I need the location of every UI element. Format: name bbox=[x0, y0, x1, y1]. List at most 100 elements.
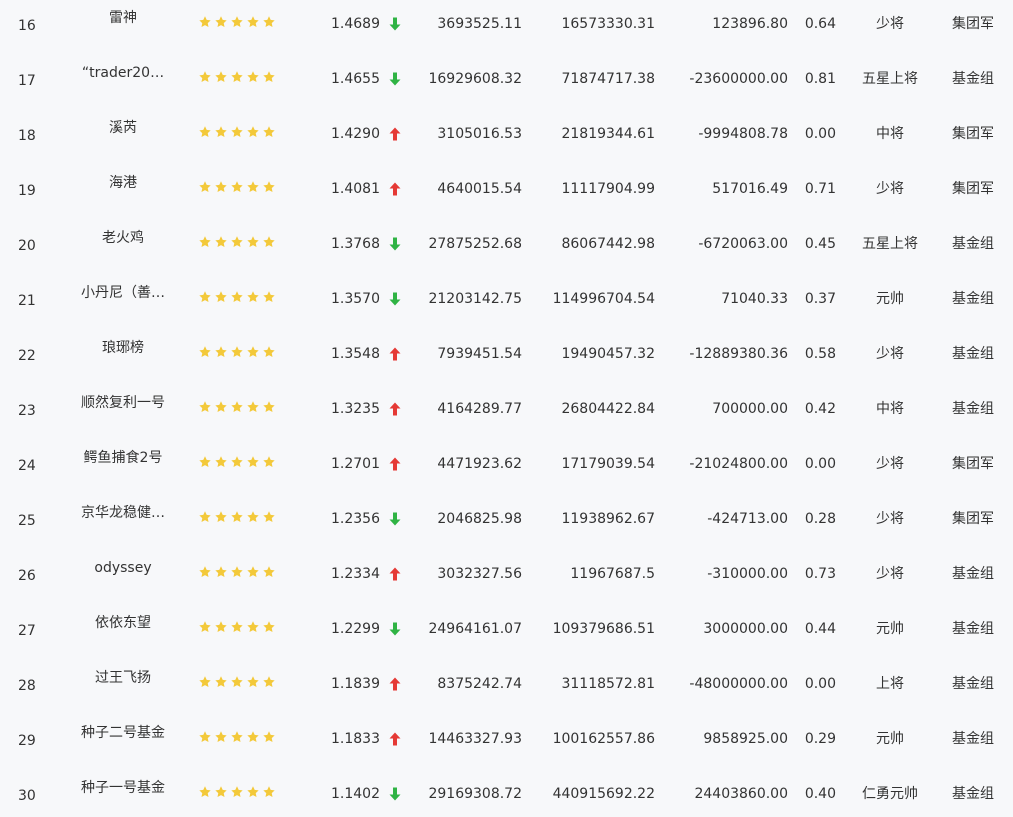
ratio-value: 0.64 bbox=[804, 16, 836, 32]
name-cell[interactable]: 海港 bbox=[66, 162, 180, 217]
star-icon bbox=[246, 510, 260, 524]
ratio-value: 0.28 bbox=[804, 511, 836, 527]
star-icon bbox=[230, 345, 244, 359]
value-col-3: -310000.00 bbox=[707, 566, 788, 582]
arrow-up-icon bbox=[389, 182, 401, 196]
star-icon bbox=[198, 730, 212, 744]
level-badge: 仁勇元帅 bbox=[862, 786, 918, 802]
star-icon bbox=[262, 235, 276, 249]
star-icon bbox=[198, 125, 212, 139]
ratio-value: 0.44 bbox=[804, 621, 836, 637]
star-icon bbox=[198, 290, 212, 304]
name-cell[interactable]: 老火鸡 bbox=[66, 217, 180, 272]
value-col-1: 8375242.74 bbox=[437, 676, 522, 692]
name-cell[interactable]: odyssey bbox=[66, 547, 180, 602]
group-label: 集团军 bbox=[952, 456, 994, 472]
table-row[interactable]: 30 种子一号基金 1.1402 29169308.72 440915692.22 244… bbox=[0, 767, 1013, 817]
table-row[interactable]: 27 依依东望 1.2299 24964161.07 109379686.51 30000… bbox=[0, 602, 1013, 657]
rank-cell: 30 bbox=[18, 788, 36, 804]
trend-indicator bbox=[387, 52, 403, 107]
rank-cell: 28 bbox=[18, 678, 36, 694]
star-icon bbox=[246, 180, 260, 194]
table-row[interactable]: 29 种子二号基金 1.1833 14463327.93 100162557.86 985… bbox=[0, 712, 1013, 767]
star-icon bbox=[198, 565, 212, 579]
level-badge: 少将 bbox=[876, 181, 904, 197]
value-col-3: -12889380.36 bbox=[689, 346, 788, 362]
rating-stars bbox=[198, 327, 278, 382]
name-cell[interactable]: 顺然复利一号 bbox=[66, 382, 180, 437]
name-cell[interactable]: 京华龙稳健… bbox=[66, 492, 180, 547]
rating-stars bbox=[198, 0, 278, 52]
value-col-2: 109379686.51 bbox=[552, 621, 655, 637]
trend-indicator bbox=[387, 107, 403, 162]
table-row[interactable]: 22 琅琊榜 1.3548 7939451.54 19490457.32 -1288938… bbox=[0, 327, 1013, 382]
table-row[interactable]: 19 海港 1.4081 4640015.54 11117904.99 517016.49… bbox=[0, 162, 1013, 217]
ratio-value: 0.29 bbox=[804, 731, 836, 747]
name-cell[interactable]: 过王飞扬 bbox=[66, 657, 180, 712]
name-cell[interactable]: 雷神 bbox=[66, 0, 180, 52]
star-icon bbox=[214, 290, 228, 304]
name-cell[interactable]: 琅琊榜 bbox=[66, 327, 180, 382]
nav-value: 1.2701 bbox=[331, 456, 380, 472]
rank-cell: 17 bbox=[18, 73, 36, 89]
table-row[interactable]: 20 老火鸡 1.3768 27875252.68 86067442.98 -672006… bbox=[0, 217, 1013, 272]
star-icon bbox=[214, 565, 228, 579]
table-row[interactable]: 25 京华龙稳健… 1.2356 2046825.98 11938962.67 -4247… bbox=[0, 492, 1013, 547]
star-icon bbox=[262, 400, 276, 414]
group-label: 基金组 bbox=[952, 786, 994, 802]
trend-indicator bbox=[387, 162, 403, 217]
value-col-1: 3105016.53 bbox=[437, 126, 522, 142]
star-icon bbox=[214, 400, 228, 414]
table-row[interactable]: 17 “trader20… 1.4655 16929608.32 71874717.38… bbox=[0, 52, 1013, 107]
star-icon bbox=[262, 70, 276, 84]
star-icon bbox=[198, 70, 212, 84]
value-col-3: -424713.00 bbox=[707, 511, 788, 527]
value-col-1: 7939451.54 bbox=[437, 346, 522, 362]
star-icon bbox=[214, 345, 228, 359]
nav-value: 1.1402 bbox=[331, 786, 380, 802]
name-cell[interactable]: 种子一号基金 bbox=[66, 767, 180, 817]
nav-value: 1.4655 bbox=[331, 71, 380, 87]
table-row[interactable]: 26 odyssey 1.2334 3032327.56 11967687.5 -3100… bbox=[0, 547, 1013, 602]
name-cell[interactable]: 小丹尼（善… bbox=[66, 272, 180, 327]
rank-cell: 16 bbox=[18, 18, 36, 34]
value-col-2: 26804422.84 bbox=[561, 401, 655, 417]
trend-indicator bbox=[387, 492, 403, 547]
rating-stars bbox=[198, 657, 278, 712]
name-cell[interactable]: 鳄鱼捕食2号 bbox=[66, 437, 180, 492]
level-badge: 少将 bbox=[876, 456, 904, 472]
table-row[interactable]: 24 鳄鱼捕食2号 1.2701 4471923.62 17179039.54 -2102… bbox=[0, 437, 1013, 492]
level-badge: 元帅 bbox=[876, 621, 904, 637]
group-label: 基金组 bbox=[952, 621, 994, 637]
value-col-1: 4164289.77 bbox=[437, 401, 522, 417]
group-label: 基金组 bbox=[952, 71, 994, 87]
table-row[interactable]: 21 小丹尼（善… 1.3570 21203142.75 114996704.54 710… bbox=[0, 272, 1013, 327]
value-col-3: -21024800.00 bbox=[689, 456, 788, 472]
name-cell[interactable]: 依依东望 bbox=[66, 602, 180, 657]
ratio-value: 0.40 bbox=[804, 786, 836, 802]
nav-value: 1.3548 bbox=[331, 346, 380, 362]
name-cell[interactable]: 种子二号基金 bbox=[66, 712, 180, 767]
name-cell[interactable]: “trader20… bbox=[66, 52, 180, 107]
name-cell[interactable]: 溪芮 bbox=[66, 107, 180, 162]
star-icon bbox=[214, 785, 228, 799]
arrow-down-icon bbox=[389, 17, 401, 31]
value-col-2: 11117904.99 bbox=[561, 181, 655, 197]
value-col-2: 100162557.86 bbox=[552, 731, 655, 747]
star-icon bbox=[214, 235, 228, 249]
value-col-3: 3000000.00 bbox=[703, 621, 788, 637]
table-row[interactable]: 16 雷神 1.4689 3693525.11 16573330.31 123896.80… bbox=[0, 0, 1013, 52]
group-label: 基金组 bbox=[952, 731, 994, 747]
table-row[interactable]: 23 顺然复利一号 1.3235 4164289.77 26804422.84 70000… bbox=[0, 382, 1013, 437]
group-label: 基金组 bbox=[952, 236, 994, 252]
group-label: 集团军 bbox=[952, 511, 994, 527]
ratio-value: 0.00 bbox=[804, 456, 836, 472]
star-icon bbox=[214, 455, 228, 469]
star-icon bbox=[198, 510, 212, 524]
group-label: 基金组 bbox=[952, 676, 994, 692]
table-row[interactable]: 28 过王飞扬 1.1839 8375242.74 31118572.81 -480000… bbox=[0, 657, 1013, 712]
level-badge: 上将 bbox=[876, 676, 904, 692]
value-col-1: 4471923.62 bbox=[437, 456, 522, 472]
table-row[interactable]: 18 溪芮 1.4290 3105016.53 21819344.61 -9994808.… bbox=[0, 107, 1013, 162]
star-icon bbox=[230, 180, 244, 194]
